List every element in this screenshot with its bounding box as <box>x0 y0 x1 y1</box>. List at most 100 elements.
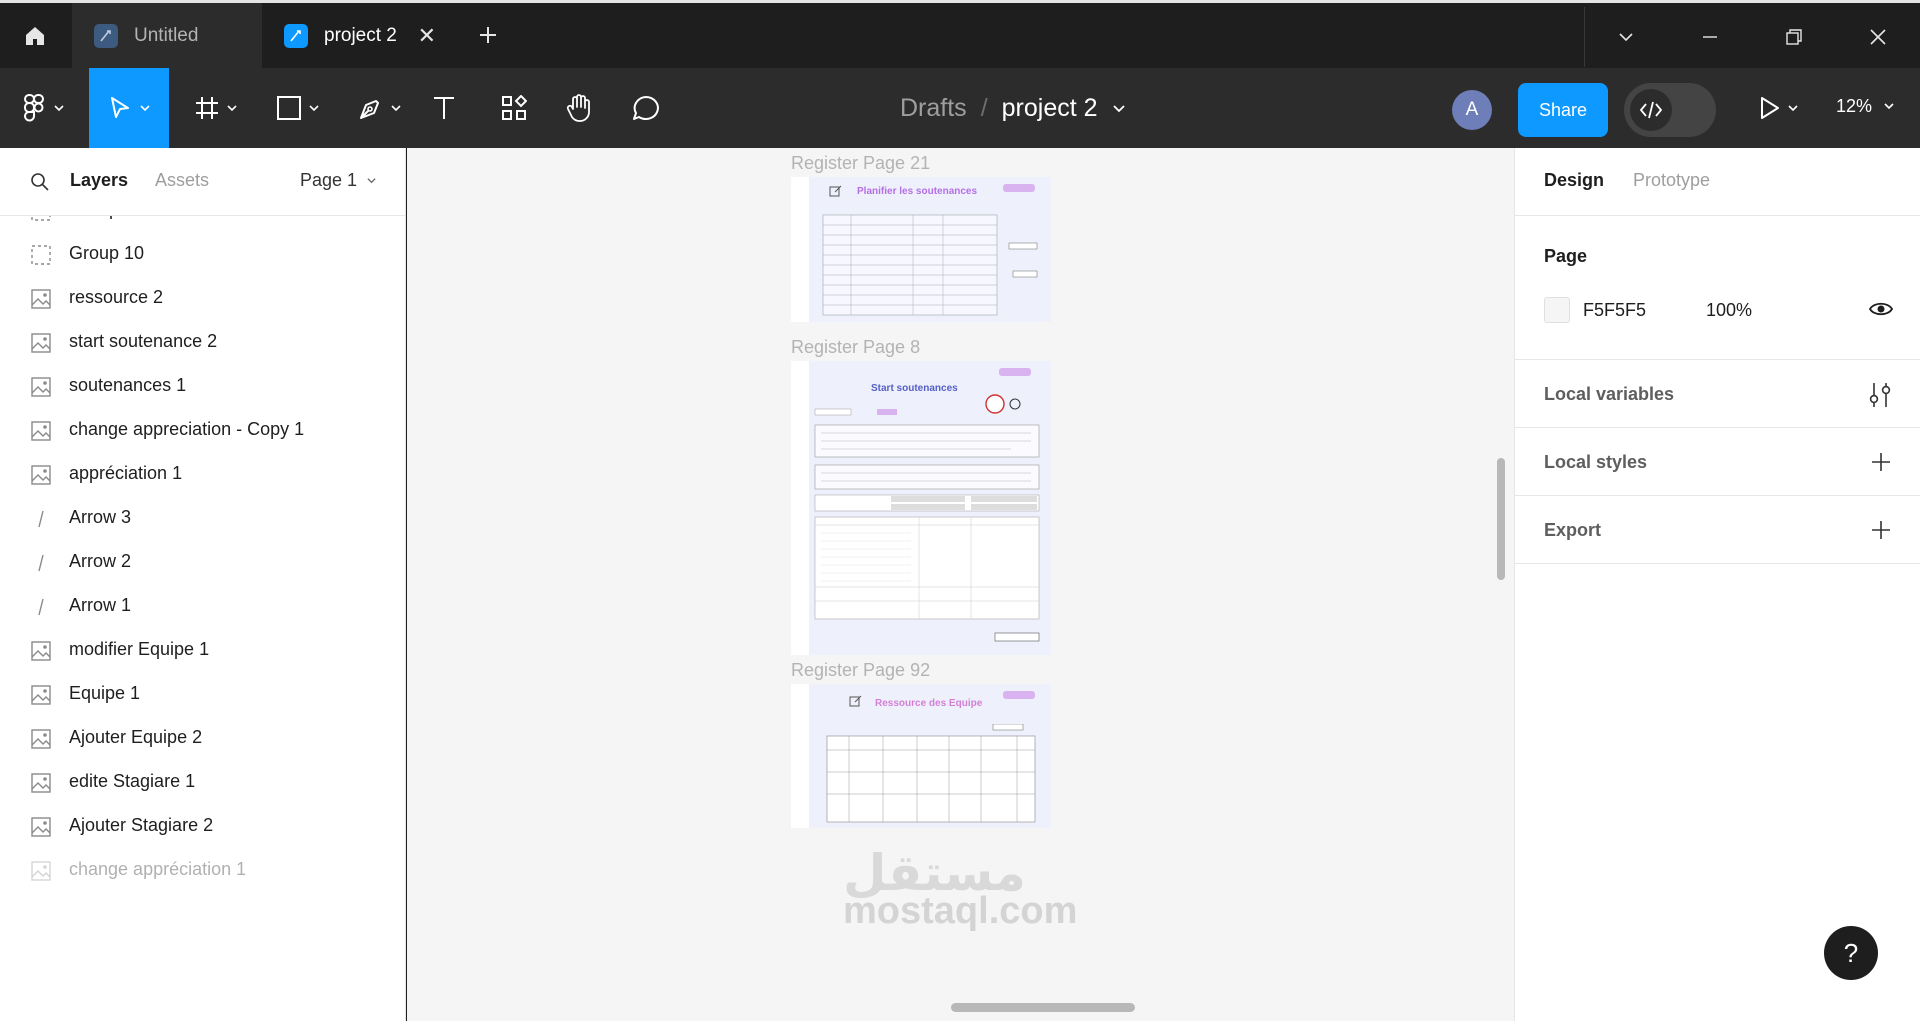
page-selector[interactable]: Page 1 <box>300 170 377 191</box>
layer-name: Equipe 1 <box>69 683 141 703</box>
chevron-down-icon <box>1619 33 1633 42</box>
edit-icon <box>829 185 842 197</box>
tab-assets[interactable]: Assets <box>155 170 209 191</box>
layer-name: ressource 2 <box>69 287 164 307</box>
move-tool-button[interactable] <box>89 68 169 148</box>
local-styles-section[interactable]: Local styles <box>1515 428 1920 496</box>
right-panel: Design Prototype Page F5F5F5 100% Local … <box>1514 148 1920 1021</box>
close-icon <box>1870 29 1886 45</box>
search-layers-button[interactable] <box>30 172 50 197</box>
frame-label[interactable]: Register Page 92 <box>791 660 930 681</box>
export-section[interactable]: Export <box>1515 496 1920 564</box>
avatar[interactable]: A <box>1452 90 1492 130</box>
local-variables-section[interactable]: Local variables <box>1515 360 1920 428</box>
home-icon <box>26 26 44 45</box>
watermark: mostaql.com <box>843 890 1078 932</box>
frame-register-page-8[interactable]: Start soutenances <box>791 361 1051 655</box>
image-icon <box>30 816 52 838</box>
dev-mode-toggle[interactable] <box>1624 83 1716 137</box>
main-menu-button[interactable] <box>14 68 74 148</box>
tab-untitled[interactable]: Untitled <box>72 3 262 68</box>
layer-row[interactable]: ressource 2 <box>0 278 405 318</box>
layer-row[interactable]: Group 10 <box>0 234 405 274</box>
frame-title: Ressource des Equipe <box>875 698 983 709</box>
layer-row[interactable]: edite Stagiare 1 <box>0 762 405 802</box>
layer-name: change appréciation 1 <box>69 859 247 879</box>
text-tool-button[interactable] <box>424 68 464 148</box>
frame-label[interactable]: Register Page 21 <box>791 153 930 174</box>
left-panel-header: Layers Assets Page 1 <box>0 148 405 216</box>
search-icon <box>31 173 49 191</box>
close-tab-icon[interactable]: ✕ <box>418 23 436 49</box>
new-tab-button[interactable] <box>470 17 506 53</box>
chevron-down-icon <box>140 105 150 112</box>
breadcrumb-drafts[interactable]: Drafts <box>900 94 967 123</box>
figma-app: Untitled project 2 ✕ Drafts / project 2 … <box>0 0 1920 1021</box>
canvas[interactable]: Register Page 21 Planifier les soutenanc… <box>407 148 1514 1021</box>
components-icon <box>502 95 527 120</box>
sliders-icon[interactable] <box>1869 382 1891 408</box>
horizontal-scrollbar[interactable] <box>951 1003 1135 1012</box>
help-button[interactable]: ? <box>1824 926 1878 980</box>
layer-row[interactable]: modifier Equipe 1 <box>0 630 405 670</box>
layer-name: Arrow 1 <box>69 595 132 615</box>
plus-icon[interactable] <box>1871 520 1891 540</box>
layer-row[interactable]: Ajouter Stagiare 2 <box>0 806 405 846</box>
pen-tool-button[interactable] <box>350 68 410 148</box>
eye-icon <box>1868 302 1894 316</box>
title-bar: Untitled project 2 ✕ <box>0 0 1920 68</box>
zoom-menu[interactable]: 12% <box>1836 96 1895 117</box>
present-button[interactable] <box>1752 68 1806 148</box>
plus-icon[interactable] <box>1871 452 1891 472</box>
layer-row[interactable]: change appreciation - Copy 1 <box>0 410 405 450</box>
figma-file-icon <box>284 23 308 48</box>
layer-name: modifier Equipe 1 <box>69 639 210 659</box>
figma-logo-icon <box>23 94 44 122</box>
page-color-opacity[interactable]: 100% <box>1706 300 1752 321</box>
tab-prototype[interactable]: Prototype <box>1633 170 1710 191</box>
vertical-scrollbar[interactable] <box>1497 458 1505 580</box>
layer-row[interactable]: soutenances 1 <box>0 366 405 406</box>
restore-button[interactable] <box>1774 17 1814 57</box>
minimize-button[interactable] <box>1690 17 1730 57</box>
layer-row[interactable]: Equipe 1 <box>0 674 405 714</box>
tab-label: Untitled <box>134 24 199 46</box>
chevron-down-icon[interactable] <box>1112 101 1126 115</box>
layer-row[interactable]: change appréciation 1 <box>0 850 405 890</box>
tab-design[interactable]: Design <box>1544 170 1604 191</box>
page-color-hex[interactable]: F5F5F5 <box>1583 300 1646 321</box>
image-icon <box>30 288 52 310</box>
frame-register-page-21[interactable]: Planifier les soutenances <box>791 177 1051 322</box>
share-button[interactable]: Share <box>1518 83 1608 137</box>
tab-project-2[interactable]: project 2 ✕ <box>262 3 456 68</box>
layer-name: Group 10 <box>69 243 145 263</box>
home-button[interactable] <box>0 3 70 68</box>
comment-tool-button[interactable] <box>624 68 668 148</box>
tabs-dropdown-button[interactable] <box>1606 17 1646 57</box>
hand-tool-button[interactable] <box>558 68 602 148</box>
rectangle-icon <box>277 96 301 120</box>
frame-tool-button[interactable] <box>186 68 246 148</box>
layer-name: change appreciation - Copy 1 <box>69 419 305 439</box>
close-window-button[interactable] <box>1858 17 1898 57</box>
layer-row[interactable]: Arrow 3 <box>0 498 405 538</box>
tab-layers[interactable]: Layers <box>70 170 128 191</box>
frame-table-image <box>826 724 1036 823</box>
visibility-toggle[interactable] <box>1868 300 1894 323</box>
chevron-down-icon <box>1884 103 1894 110</box>
layer-row[interactable]: Ajouter Equipe 2 <box>0 718 405 758</box>
layer-name: Ajouter Equipe 2 <box>69 727 203 747</box>
layer-row[interactable]: Arrow 2 <box>0 542 405 582</box>
text-icon <box>434 97 454 119</box>
shape-tool-button[interactable] <box>268 68 328 148</box>
layer-row[interactable]: Arrow 1 <box>0 586 405 626</box>
frame-register-page-92[interactable]: Ressource des Equipe <box>791 684 1051 828</box>
layer-row[interactable]: start soutenance 2 <box>0 322 405 362</box>
chevron-down-icon <box>309 105 319 112</box>
page-color-swatch[interactable] <box>1544 297 1570 323</box>
resources-tool-button[interactable] <box>494 68 534 148</box>
frame-label[interactable]: Register Page 8 <box>791 337 920 358</box>
file-name[interactable]: project 2 <box>1002 94 1098 123</box>
chevron-down-icon <box>1788 105 1798 112</box>
layer-row[interactable]: appréciation 1 <box>0 454 405 494</box>
